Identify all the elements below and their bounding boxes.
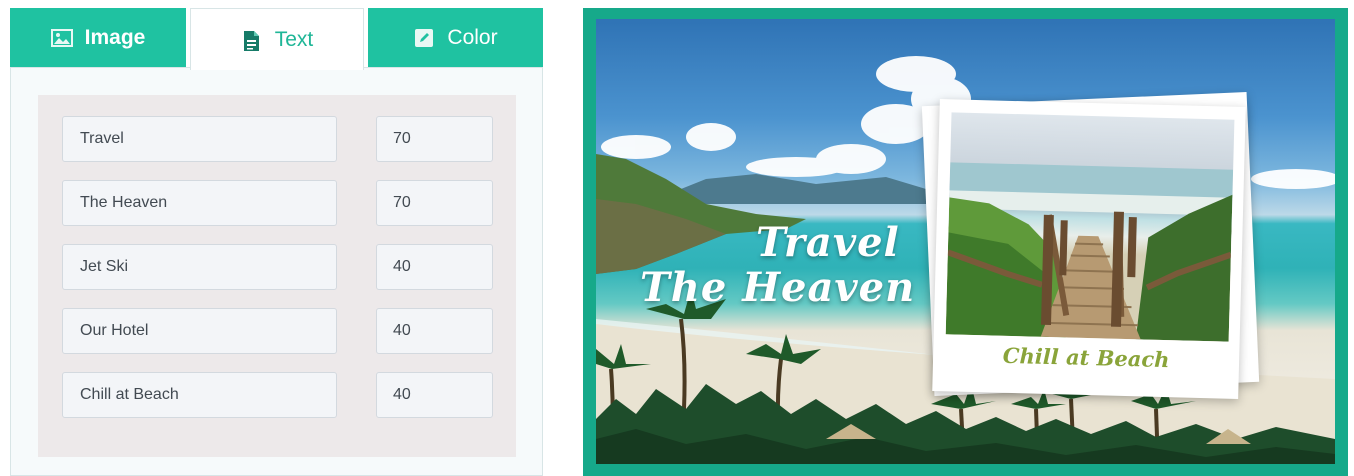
document-icon <box>241 30 263 51</box>
text-field-input[interactable]: Chill at Beach <box>62 372 337 418</box>
text-field-row: Chill at Beach 40 <box>38 372 516 420</box>
beach-background-image: Travel The Heaven Chill at Beach <box>596 19 1335 464</box>
polaroid-photo-frame[interactable]: Chill at Beach <box>932 99 1246 399</box>
text-editor-panel: Image Text Color Travel 70 The Heaven 70… <box>10 8 543 476</box>
tab-text-label: Text <box>274 27 314 51</box>
text-field-row: Travel 70 <box>38 116 516 164</box>
text-field-row: The Heaven 70 <box>38 180 516 228</box>
image-icon <box>50 28 73 48</box>
text-field-row: Jet Ski 40 <box>38 244 516 292</box>
tab-color[interactable]: Color <box>368 8 543 68</box>
tab-image[interactable]: Image <box>10 8 186 68</box>
font-size-input[interactable]: 40 <box>376 244 493 290</box>
text-field-input[interactable]: The Heaven <box>62 180 337 226</box>
tab-bar: Image Text Color <box>10 8 543 70</box>
boardwalk-photo <box>945 112 1235 342</box>
tab-image-label: Image <box>84 26 146 49</box>
text-fields-list: Travel 70 The Heaven 70 Jet Ski 40 Our H… <box>38 95 516 457</box>
text-field-input[interactable]: Our Hotel <box>62 308 337 354</box>
tab-color-label: Color <box>447 26 498 49</box>
edit-icon <box>413 28 435 48</box>
font-size-input[interactable]: 70 <box>376 116 493 162</box>
font-size-input[interactable]: 70 <box>376 180 493 226</box>
preview-title-line-1[interactable]: Travel <box>756 219 900 266</box>
tab-text[interactable]: Text <box>190 8 364 70</box>
polaroid-caption[interactable]: Chill at Beach <box>933 341 1240 374</box>
preview-title-line-2[interactable]: The Heaven <box>640 264 915 311</box>
text-fields-panel: Travel 70 The Heaven 70 Jet Ski 40 Our H… <box>10 67 543 476</box>
text-field-input[interactable]: Jet Ski <box>62 244 337 290</box>
font-size-input[interactable]: 40 <box>376 372 493 418</box>
design-preview-frame: Travel The Heaven Chill at Beach <box>583 8 1348 476</box>
text-field-row: Our Hotel 40 <box>38 308 516 356</box>
text-field-input[interactable]: Travel <box>62 116 337 162</box>
font-size-input[interactable]: 40 <box>376 308 493 354</box>
